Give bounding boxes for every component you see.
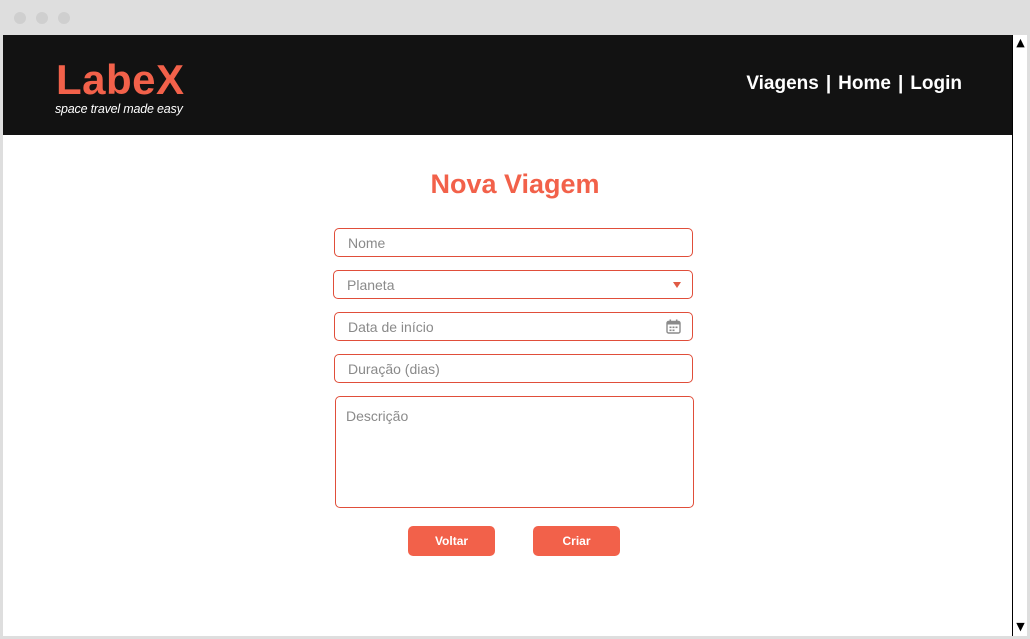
page-viewport: LabeX space travel made easy Viagens | Hom…: [3, 35, 1012, 636]
tagline: space travel made easy: [55, 102, 183, 116]
descricao-placeholder: Descrição: [346, 408, 409, 424]
nav-separator: |: [897, 73, 904, 94]
criar-button[interactable]: Criar: [533, 526, 620, 556]
window-close-dot[interactable]: [14, 12, 26, 24]
chevron-down-icon[interactable]: [673, 282, 681, 288]
browser-window: LabeX space travel made easy Viagens | Hom…: [0, 0, 1030, 639]
page-title: Nova Viagem: [430, 169, 600, 199]
duracao-field[interactable]: Duração (dias): [334, 354, 693, 383]
vertical-scrollbar[interactable]: ▲ ▼: [1012, 35, 1027, 636]
voltar-button[interactable]: Voltar: [408, 526, 495, 556]
nome-placeholder: Nome: [348, 235, 386, 251]
nav-link-home[interactable]: Home: [838, 73, 891, 94]
planeta-select[interactable]: Planeta: [333, 270, 693, 299]
main-nav: Viagens | Home | Login: [746, 73, 962, 95]
data-inicio-field[interactable]: Data de início: [334, 312, 693, 341]
nav-link-login[interactable]: Login: [910, 73, 962, 94]
calendar-icon[interactable]: [666, 319, 681, 334]
duracao-placeholder: Duração (dias): [348, 361, 440, 377]
data-inicio-placeholder: Data de início: [348, 319, 434, 335]
site-header: LabeX space travel made easy Viagens | Hom…: [3, 35, 1012, 135]
window-minimize-dot[interactable]: [36, 12, 48, 24]
logo[interactable]: LabeX: [56, 57, 185, 103]
window-maximize-dot[interactable]: [58, 12, 70, 24]
nome-field[interactable]: Nome: [334, 228, 693, 257]
scroll-down-icon[interactable]: ▼: [1014, 620, 1027, 634]
descricao-textarea[interactable]: Descrição: [335, 396, 694, 508]
nav-separator: |: [825, 73, 832, 94]
window-titlebar: [0, 0, 1030, 35]
scroll-up-icon[interactable]: ▲: [1014, 36, 1027, 50]
nav-link-viagens[interactable]: Viagens: [746, 73, 819, 94]
planeta-placeholder: Planeta: [347, 277, 395, 293]
